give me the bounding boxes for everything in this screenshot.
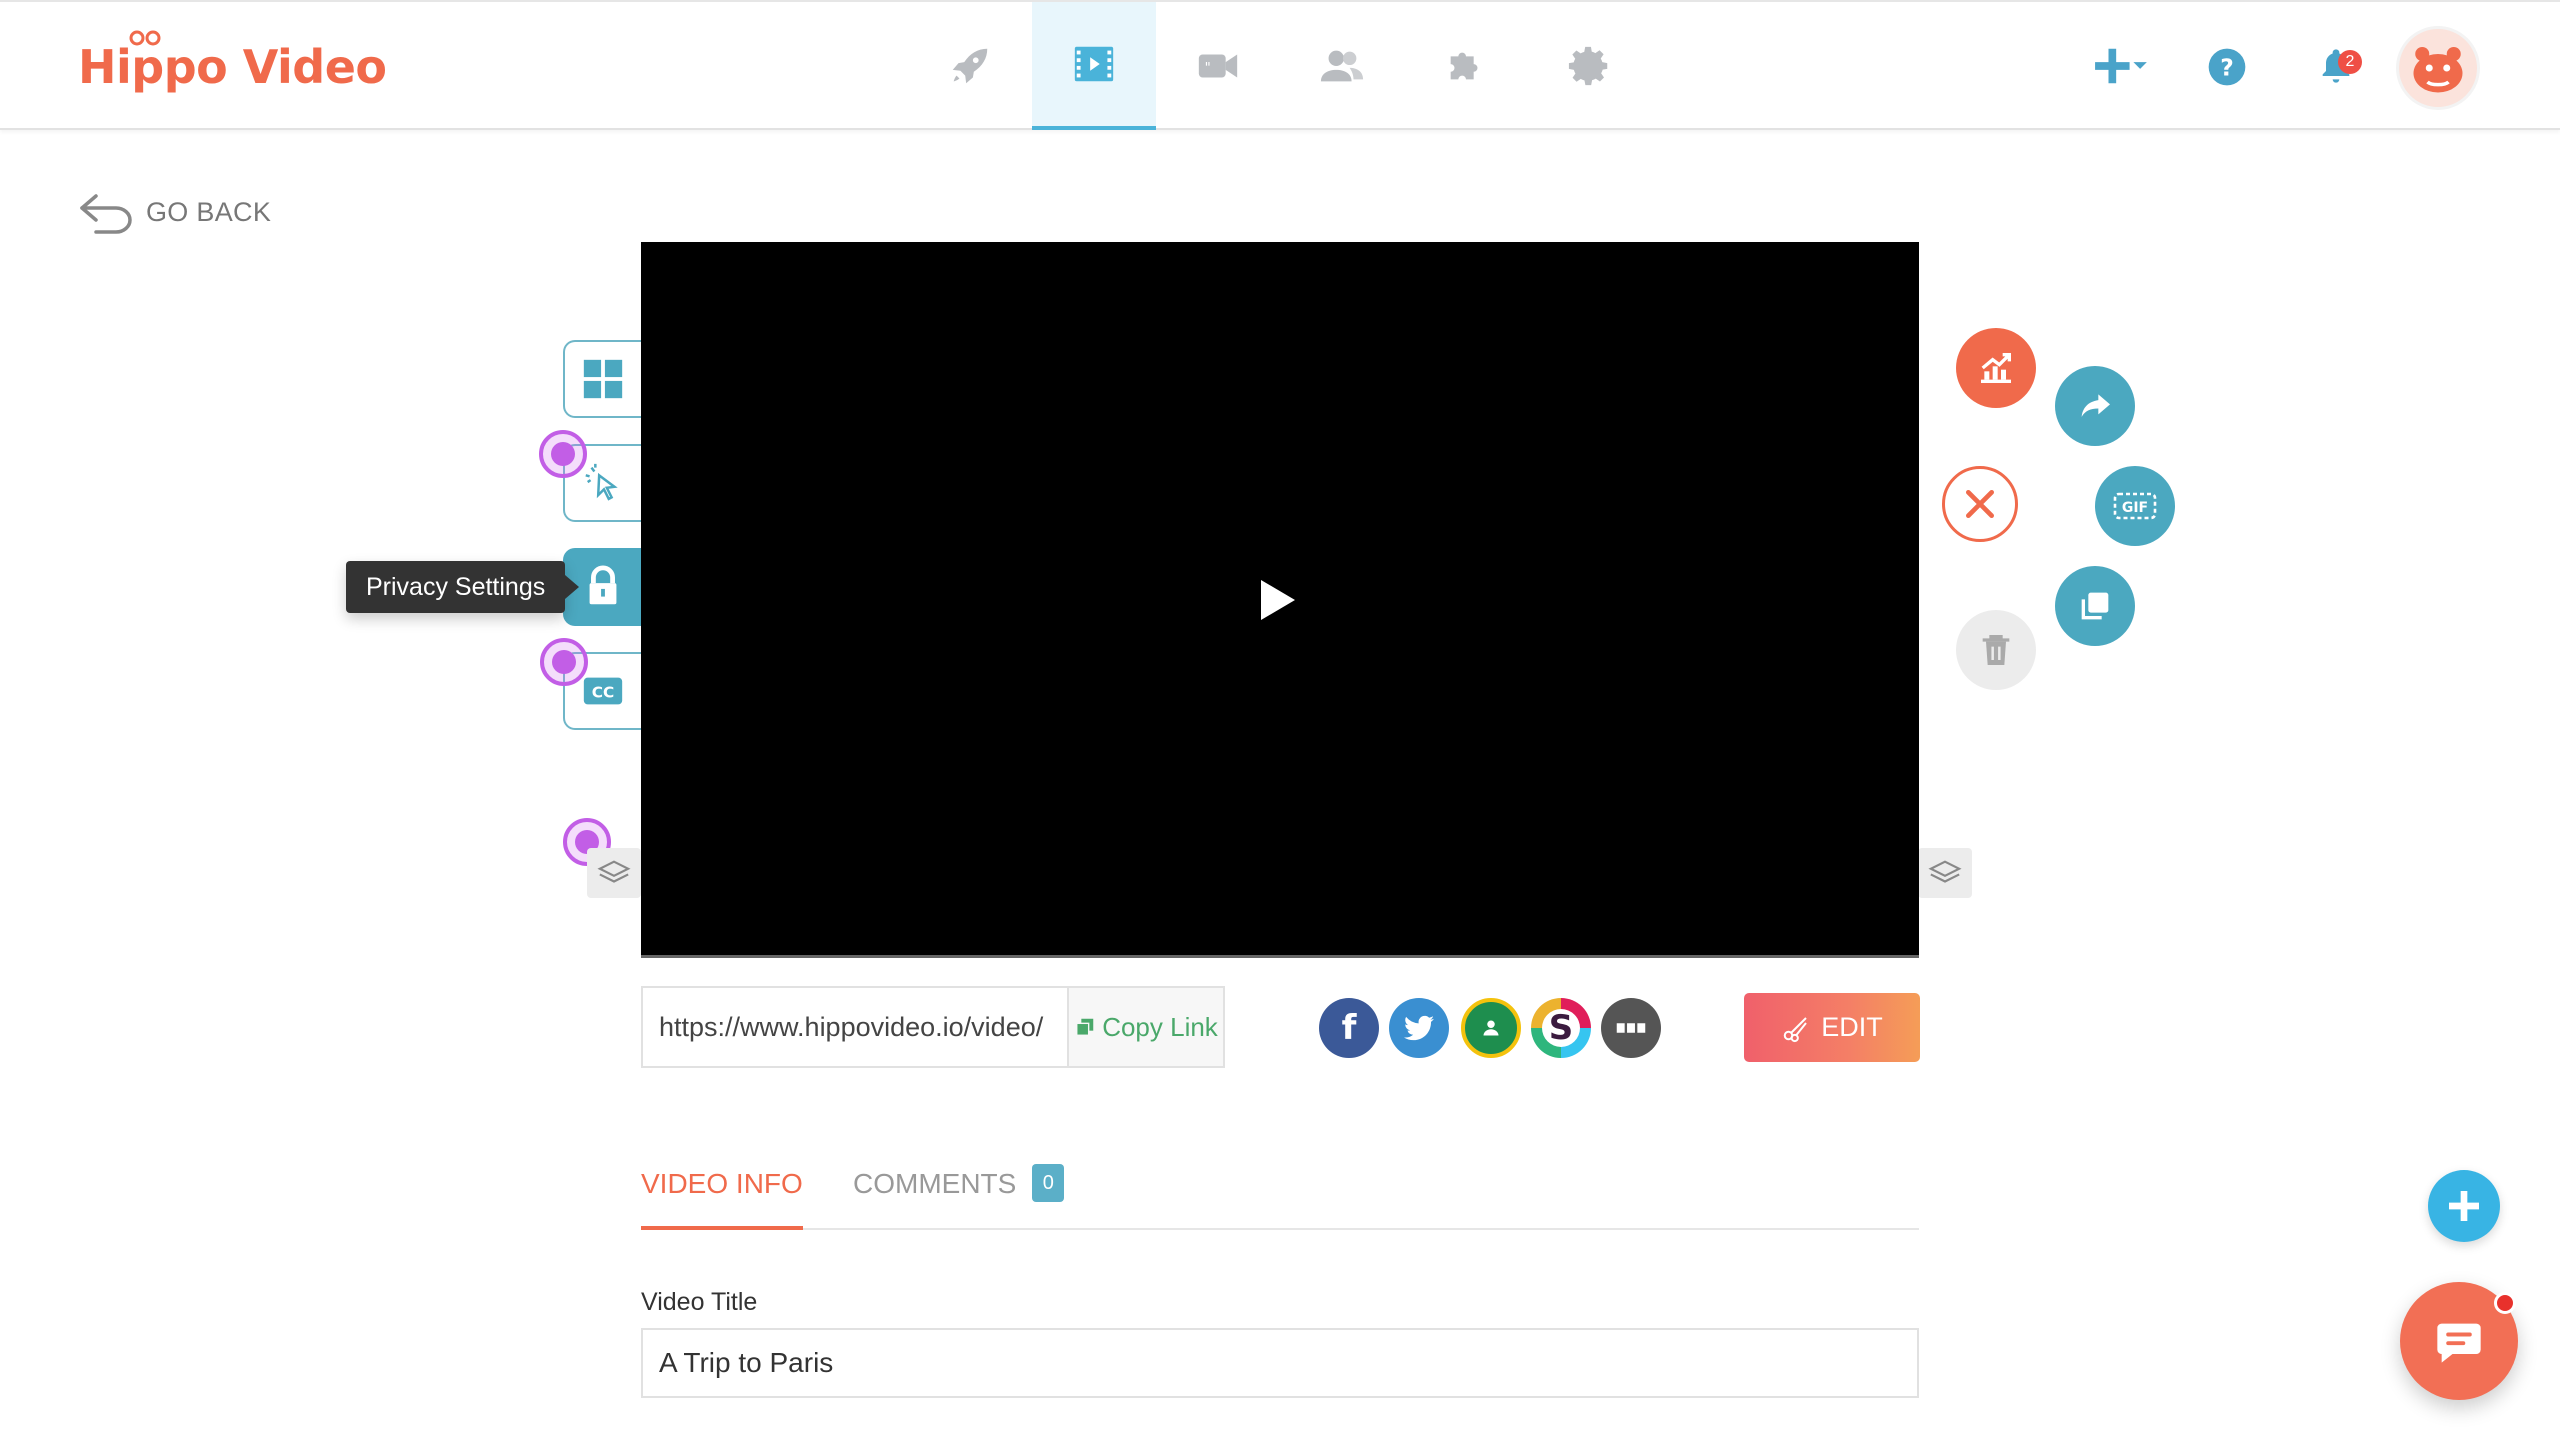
gif-icon: GIF (2113, 492, 2157, 520)
go-back-label: GO BACK (146, 196, 272, 227)
share-link-box: Copy Link (641, 986, 1225, 1068)
layers-icon (597, 860, 631, 883)
rocket-icon (952, 48, 988, 84)
tab-video-info[interactable]: VIDEO INFO (641, 1168, 803, 1230)
svg-text:CC: CC (592, 684, 615, 702)
nav-contacts[interactable] (1280, 2, 1404, 130)
copy-link-button[interactable]: Copy Link (1067, 988, 1223, 1066)
nav-settings[interactable] (1528, 2, 1652, 130)
logo-text: Hippo Video (78, 40, 387, 94)
svg-text:?: ? (2220, 53, 2234, 81)
top-header: Hippo Video " ? 2 (0, 0, 2560, 130)
video-player[interactable] (641, 242, 1919, 958)
tab-comments-label: COMMENTS (853, 1168, 1017, 1199)
video-title-label: Video Title (641, 1288, 758, 1316)
chat-unread-dot (2494, 1292, 2516, 1314)
back-arrow-icon (80, 194, 132, 234)
chat-support-button[interactable] (2400, 1282, 2518, 1400)
video-link-input[interactable] (643, 988, 1067, 1066)
closed-captions-button[interactable]: CC (563, 652, 641, 730)
facebook-icon: f (1341, 1008, 1357, 1048)
create-gif-button[interactable]: GIF (2095, 466, 2175, 546)
video-detail-tabs: VIDEO INFO COMMENTS 0 (641, 1150, 1919, 1230)
main-nav: " (908, 2, 1652, 132)
copy-icon (1076, 1018, 1094, 1036)
duplicate-button[interactable] (2055, 566, 2135, 646)
contacts-icon (1320, 50, 1364, 82)
hippo-ears-icon (129, 30, 161, 46)
analytics-button[interactable] (1956, 328, 2036, 408)
layers-icon (1928, 860, 1962, 883)
plus-icon (2449, 1191, 2479, 1221)
slack-icon: S (1542, 1008, 1580, 1048)
duplicate-icon (2081, 592, 2109, 620)
video-title-input[interactable] (641, 1328, 1919, 1398)
chat-bubble-icon (2437, 1323, 2481, 1363)
svg-text:": " (1205, 61, 1211, 76)
cursor-click-icon (585, 463, 618, 501)
help-icon: ? (2208, 48, 2246, 86)
layout-button[interactable] (563, 340, 641, 418)
floating-add-button[interactable] (2428, 1170, 2500, 1242)
notification-count-badge: 2 (2338, 50, 2362, 74)
trash-icon (1982, 635, 2010, 665)
twitter-icon (1404, 1015, 1434, 1041)
more-dots-icon (1616, 1023, 1646, 1033)
right-layers-button[interactable] (1918, 848, 1972, 898)
google-classroom-icon (1483, 1020, 1499, 1036)
svg-text:GIF: GIF (2122, 500, 2148, 516)
close-icon (1966, 490, 1994, 518)
close-button[interactable] (1942, 466, 2018, 542)
scissors-icon (1783, 1016, 1808, 1042)
edit-video-button[interactable]: EDIT (1744, 993, 1920, 1062)
layout-icon (583, 359, 623, 399)
nav-integrations[interactable] (1404, 2, 1528, 130)
notifications-button[interactable]: 2 (2314, 42, 2362, 90)
help-button[interactable]: ? (2206, 46, 2248, 88)
settings-gear-icon (1568, 46, 1608, 86)
share-facebook[interactable]: f (1319, 998, 1379, 1058)
create-new-dropdown[interactable] (2090, 38, 2150, 94)
tab-video-info-label: VIDEO INFO (641, 1168, 803, 1199)
closed-captions-icon: CC (583, 677, 623, 705)
comments-count-badge: 0 (1032, 1164, 1065, 1202)
left-layers-button[interactable] (587, 848, 641, 898)
edit-label: EDIT (1821, 1012, 1883, 1042)
share-icon (2081, 394, 2110, 417)
interactive-cta-button[interactable] (563, 444, 641, 522)
go-back-link[interactable]: GO BACK (78, 190, 271, 234)
nav-record-video[interactable]: " (1156, 2, 1280, 130)
record-video-icon: " (1198, 54, 1238, 78)
hippo-avatar-icon (2413, 47, 2463, 93)
delete-button[interactable] (1956, 610, 2036, 690)
plus-dropdown-icon (2095, 48, 2147, 84)
video-library-icon (1074, 46, 1114, 82)
nav-video-library[interactable] (1032, 2, 1156, 130)
share-slack[interactable]: S (1531, 998, 1591, 1058)
hippo-video-logo[interactable]: Hippo Video (78, 30, 387, 102)
analytics-icon (1981, 353, 2011, 383)
tab-comments[interactable]: COMMENTS 0 (853, 1164, 1065, 1230)
share-twitter[interactable] (1389, 998, 1449, 1058)
integrations-puzzle-icon (1450, 52, 1478, 80)
copy-link-label: Copy Link (1102, 1011, 1218, 1042)
play-icon[interactable] (1261, 580, 1295, 620)
app-root: Hippo Video " ? 2 GO BACK CC Privacy Set… (0, 0, 2560, 1443)
nav-rocket[interactable] (908, 2, 1032, 130)
lock-icon (589, 565, 617, 605)
user-avatar[interactable] (2396, 26, 2480, 110)
share-more[interactable] (1601, 998, 1661, 1058)
share-button[interactable] (2055, 366, 2135, 446)
privacy-settings-tooltip: Privacy Settings (346, 561, 580, 613)
share-google-classroom[interactable] (1461, 998, 1521, 1058)
